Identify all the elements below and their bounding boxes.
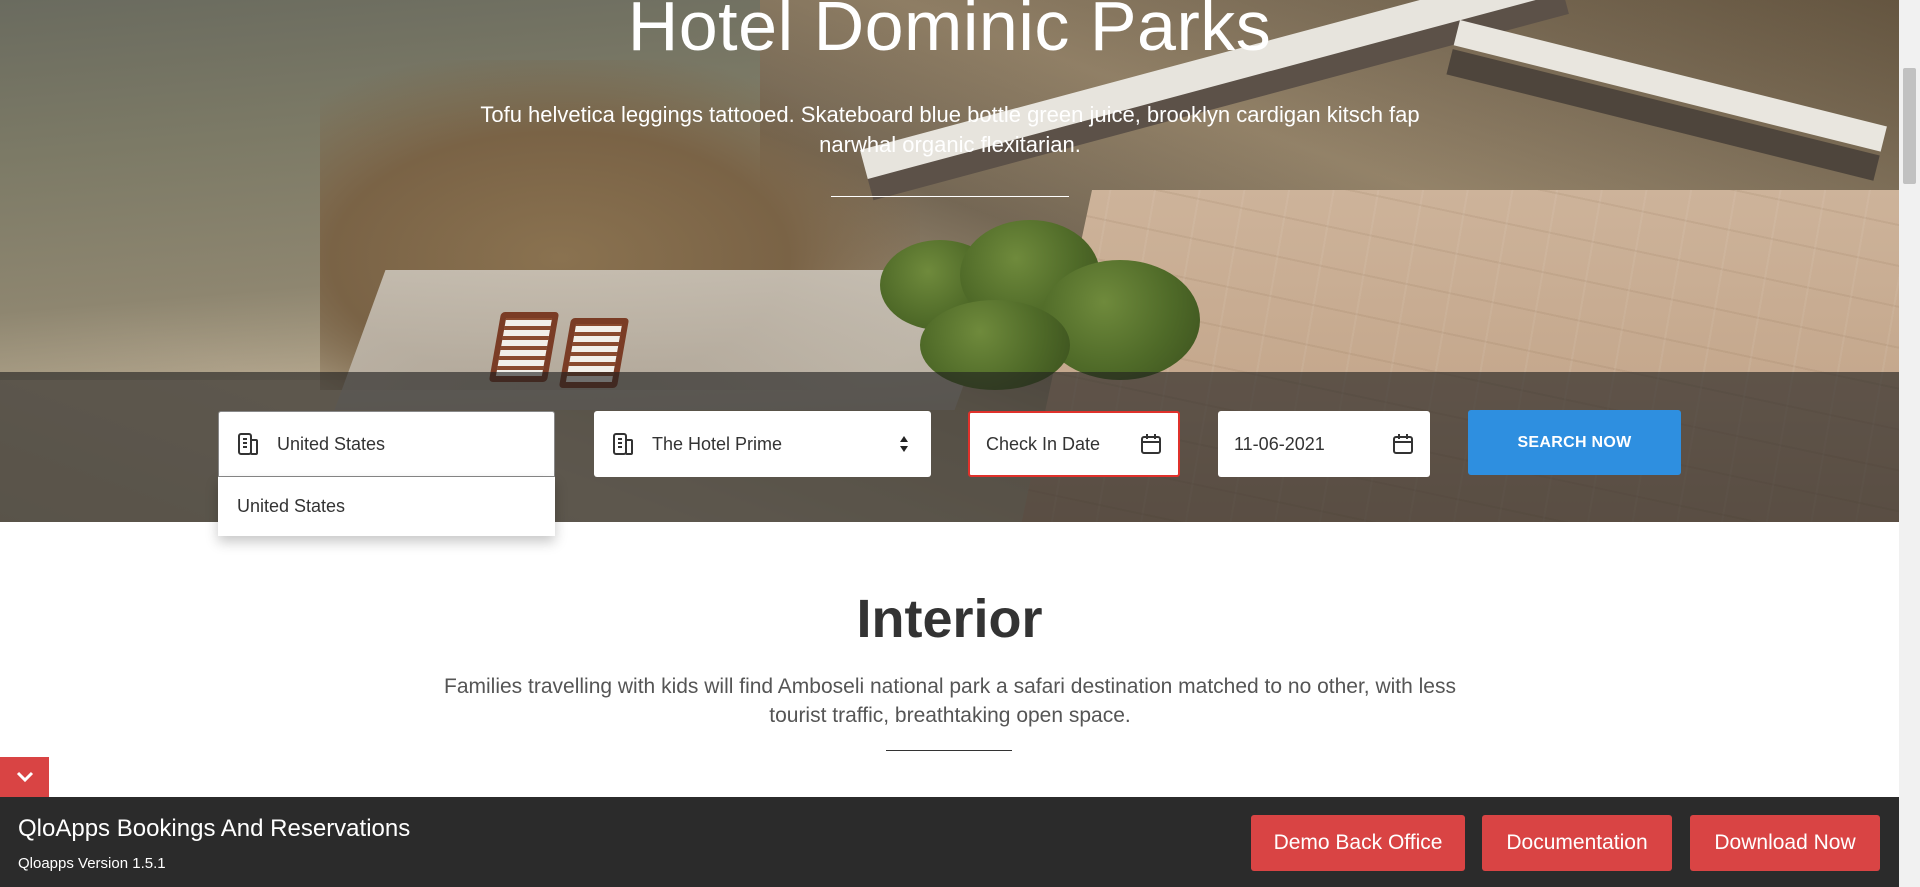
building-icon	[237, 432, 259, 456]
location-select[interactable]: United States	[218, 411, 555, 477]
hero-divider	[831, 196, 1069, 197]
footer-title: QloApps Bookings And Reservations	[18, 815, 411, 842]
sort-arrows-icon	[893, 433, 915, 455]
interior-description: Families travelling with kids will find …	[444, 675, 1456, 727]
scrollbar-thumb[interactable]	[1903, 68, 1916, 184]
check-out-value: 11-06-2021	[1234, 433, 1325, 454]
demo-back-office-button[interactable]: Demo Back Office	[1251, 815, 1465, 871]
interior-heading: Interior	[856, 589, 1043, 649]
page-scrollbar[interactable]	[1899, 0, 1920, 887]
calendar-icon[interactable]	[1392, 433, 1414, 455]
collapse-footer-button[interactable]	[0, 757, 49, 797]
search-now-button[interactable]: SEARCH NOW	[1468, 410, 1681, 475]
check-out-date-input[interactable]: 11-06-2021	[1218, 411, 1430, 477]
documentation-button[interactable]: Documentation	[1482, 815, 1672, 871]
hotel-value: The Hotel Prime	[652, 433, 783, 454]
location-value: United States	[277, 433, 386, 454]
building-icon	[612, 432, 634, 456]
hero-title: Hotel Dominic Parks	[627, 0, 1272, 65]
check-in-placeholder: Check In Date	[986, 433, 1101, 454]
interior-divider	[886, 750, 1012, 751]
check-in-date-input[interactable]: Check In Date	[968, 411, 1180, 477]
location-dropdown-option[interactable]: United States	[218, 477, 555, 536]
footer-version: Qloapps Version 1.5.1	[18, 855, 166, 872]
calendar-icon[interactable]	[1140, 433, 1162, 455]
hero-subtitle: Tofu helvetica leggings tattooed. Skateb…	[480, 102, 1420, 157]
chevron-down-icon	[16, 768, 34, 787]
download-now-button[interactable]: Download Now	[1690, 815, 1880, 871]
hotel-select[interactable]: The Hotel Prime	[594, 411, 931, 477]
